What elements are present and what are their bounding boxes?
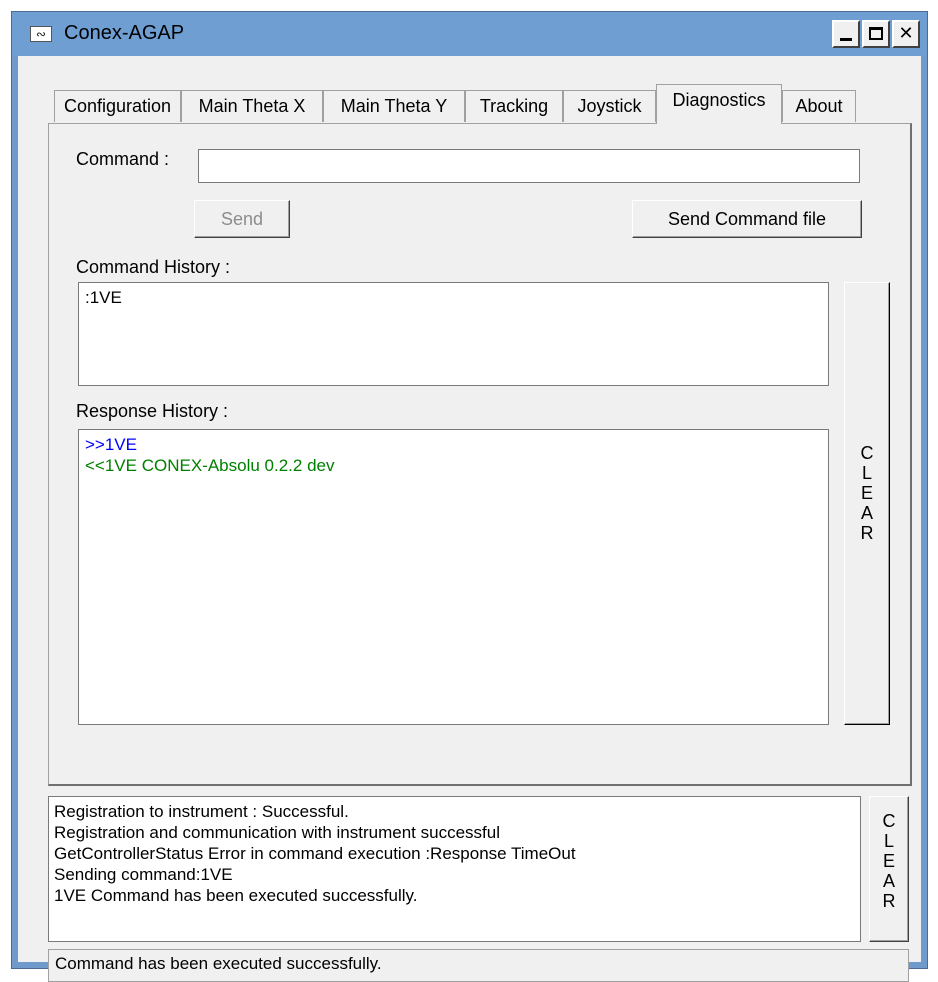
tab-diagnostics[interactable]: Diagnostics [656, 84, 782, 124]
clear-letter: E [860, 483, 873, 503]
log-line: Registration and communication with inst… [54, 823, 500, 842]
diagnostics-panel: Command : Send Send Command file Command… [48, 123, 912, 786]
tab-main-theta-y[interactable]: Main Theta Y [323, 90, 465, 122]
command-input[interactable] [198, 149, 860, 183]
clear-letter: A [860, 503, 873, 523]
command-history-label: Command History : [76, 257, 231, 277]
minimize-icon [840, 38, 852, 41]
command-label: Command : [76, 149, 170, 169]
app-logo-icon: ∾ [30, 26, 52, 42]
response-line: <<1VE CONEX-Absolu 0.2.2 dev [85, 456, 335, 475]
send-button[interactable]: Send [194, 200, 290, 238]
clear-log-button[interactable]: C L E A R [869, 796, 909, 942]
tab-configuration[interactable]: Configuration [54, 90, 181, 122]
response-history-label: Response History : [76, 401, 229, 421]
maximize-button[interactable] [862, 20, 890, 48]
send-command-file-button[interactable]: Send Command file [632, 200, 862, 238]
message-log[interactable]: Registration to instrument : Successful.… [48, 796, 861, 942]
maximize-icon [869, 27, 883, 40]
log-line: Sending command:1VE [54, 865, 233, 884]
clear-letter: E [882, 851, 895, 871]
minimize-button[interactable] [832, 20, 860, 48]
title-bar[interactable]: ∾ Conex-AGAP ✕ [12, 12, 927, 56]
command-history-box[interactable]: :1VE [78, 282, 829, 386]
window-title: Conex-AGAP [64, 22, 185, 44]
response-line: >>1VE [85, 435, 137, 454]
status-text: Command has been executed successfully. [55, 954, 382, 973]
tab-about[interactable]: About [782, 90, 856, 122]
app-window: ∾ Conex-AGAP ✕ Configuration Main Theta … [11, 11, 928, 982]
clear-letter: L [861, 463, 872, 483]
command-history-line: :1VE [85, 288, 122, 307]
clear-letter: C [860, 443, 874, 463]
clear-letter: L [883, 831, 894, 851]
tab-main-theta-x[interactable]: Main Theta X [181, 90, 323, 122]
client-area: Configuration Main Theta X Main Theta Y … [18, 56, 921, 982]
clear-history-button[interactable]: C L E A R [844, 282, 890, 725]
tab-joystick[interactable]: Joystick [563, 90, 656, 122]
log-line: 1VE Command has been executed successful… [54, 886, 418, 905]
clear-letter: R [860, 523, 874, 543]
close-icon: ✕ [898, 23, 914, 44]
status-bar: Command has been executed successfully. [48, 949, 909, 982]
clear-letter: A [882, 871, 895, 891]
log-line: GetControllerStatus Error in command exe… [54, 844, 576, 863]
tab-tracking[interactable]: Tracking [465, 90, 563, 122]
close-button[interactable]: ✕ [892, 20, 920, 48]
log-line: Registration to instrument : Successful. [54, 802, 349, 821]
clear-letter: R [882, 891, 896, 911]
response-history-box[interactable]: >>1VE <<1VE CONEX-Absolu 0.2.2 dev [78, 429, 829, 725]
clear-letter: C [882, 811, 896, 831]
